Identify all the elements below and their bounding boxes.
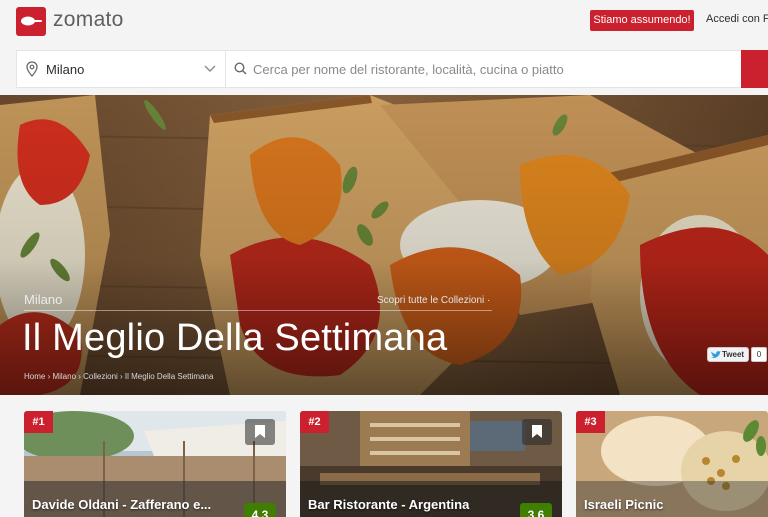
search-button[interactable]	[741, 50, 768, 88]
city-selector[interactable]: Milano	[46, 62, 84, 77]
all-collections-link[interactable]: Scopri tutte le Collezioni ·	[377, 295, 490, 306]
tweet-count: 0	[751, 347, 767, 362]
restaurant-card[interactable]: #1 Davide Oldani - Zafferano e... 4.3	[24, 411, 286, 517]
bookmark-icon	[532, 425, 542, 438]
twitter-bird-icon	[711, 350, 721, 363]
restaurant-name[interactable]: Davide Oldani - Zafferano e...	[32, 497, 211, 512]
rating-badge: 3.6	[520, 503, 552, 517]
tweet-button[interactable]: Tweet	[707, 347, 749, 362]
tweet-label: Tweet	[722, 350, 745, 359]
zomato-logo-icon[interactable]	[16, 7, 46, 36]
top-header: zomato Stiamo assumendo! Accedi con Fa	[0, 0, 768, 44]
rank-badge: #3	[576, 411, 605, 433]
hero-city-label: Milano	[24, 292, 63, 307]
location-pin-icon	[26, 61, 38, 77]
chevron-down-icon[interactable]	[204, 63, 216, 73]
bookmark-icon	[255, 425, 265, 438]
bookmark-button[interactable]	[522, 419, 552, 445]
rank-badge: #2	[300, 411, 329, 433]
rank-badge: #1	[24, 411, 53, 433]
collection-hero-banner[interactable]: Milano Scopri tutte le Collezioni · Il M…	[0, 95, 768, 395]
restaurant-name[interactable]: Israeli Picnic	[584, 497, 664, 512]
restaurant-card[interactable]: #3 Israeli Picnic	[576, 411, 768, 517]
bookmark-button[interactable]	[245, 419, 275, 445]
restaurant-name[interactable]: Bar Ristorante - Argentina	[308, 497, 469, 512]
breadcrumb[interactable]: Home › Milano › Collezioni › Il Meglio D…	[24, 372, 213, 381]
hiring-button[interactable]: Stiamo assumendo!	[590, 10, 694, 31]
search-input[interactable]	[253, 52, 733, 86]
search-bar: Milano	[16, 50, 768, 88]
spoon-icon	[21, 16, 42, 26]
restaurant-card[interactable]: #2 Bar Ristorante - Argentina 3.6	[300, 411, 562, 517]
logo-wordmark[interactable]: zomato	[53, 8, 124, 32]
search-divider	[225, 51, 226, 87]
facebook-login-link[interactable]: Accedi con Fa	[706, 13, 768, 25]
rating-badge: 4.3	[244, 503, 276, 517]
hero-divider	[24, 310, 492, 311]
collection-title: Il Meglio Della Settimana	[22, 317, 448, 359]
search-icon	[234, 62, 247, 75]
